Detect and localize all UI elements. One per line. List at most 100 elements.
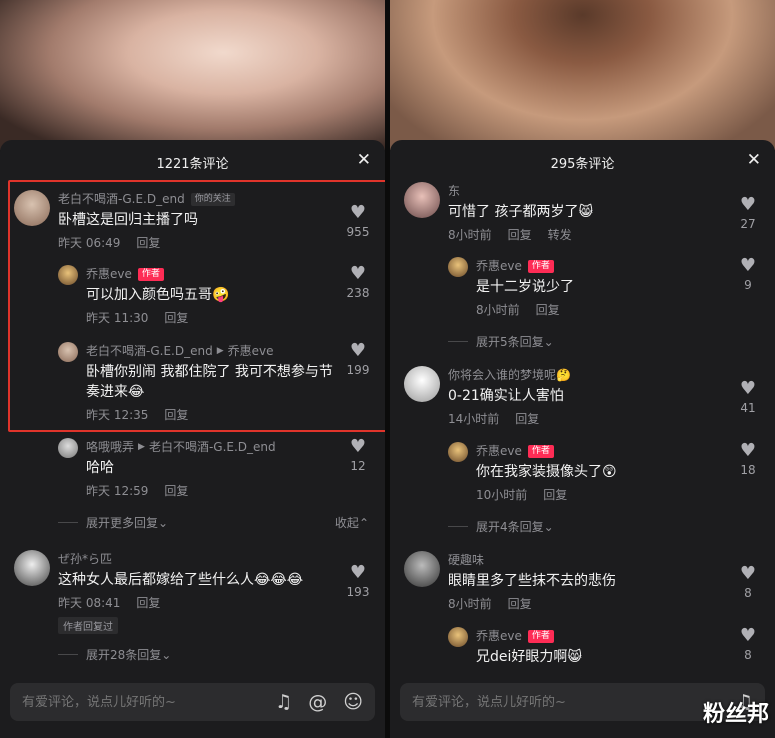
reply-to-user[interactable]: 乔惠eve — [228, 342, 274, 360]
avatar[interactable] — [14, 190, 50, 226]
reply-button[interactable]: 回复 — [508, 597, 532, 611]
like-button[interactable]: ♥ 12 — [341, 436, 375, 474]
comment-time: 14小时前 — [448, 412, 500, 426]
reply-button[interactable]: 回复 — [508, 228, 532, 242]
reply-button[interactable]: 回复 — [543, 488, 567, 502]
video-background — [390, 0, 775, 150]
expand-5-replies[interactable]: 展开5条回复 ⌄ — [448, 333, 554, 350]
heart-icon: ♥ — [739, 625, 757, 646]
heart-icon: ♥ — [739, 378, 757, 399]
like-button[interactable]: ♥ 955 — [341, 202, 375, 240]
reply-to-user[interactable]: 老白不喝酒-G.E.D_end — [149, 438, 276, 456]
like-button[interactable]: ♥ 9 — [731, 255, 765, 293]
like-button[interactable]: ♥ 8 — [731, 563, 765, 601]
avatar[interactable] — [448, 257, 468, 277]
comment-author[interactable]: 你将会入谁的梦境呢🤔 — [448, 366, 571, 384]
reply-button[interactable]: 回复 — [136, 236, 160, 250]
chevron-up-icon: ⌃ — [358, 516, 369, 530]
heart-icon: ♥ — [349, 436, 367, 457]
comment-text: 你在我家装摄像头了😲 — [476, 464, 617, 480]
avatar[interactable] — [448, 627, 468, 647]
like-button[interactable]: ♥ 193 — [341, 562, 375, 600]
comment-author[interactable]: ぜ孙*ら匹 — [58, 550, 112, 568]
reply-arrow-icon: ▶ — [216, 346, 224, 356]
reply-arrow-icon: ▶ — [138, 442, 145, 452]
comment-count-title: 1221条评论 — [156, 157, 229, 172]
reply-button[interactable]: 回复 — [164, 408, 188, 422]
comment-text: 可以加入颜色吗五哥🤪 — [86, 287, 230, 303]
comment-time: 昨天 06:49 — [58, 236, 121, 250]
heart-icon: ♥ — [349, 202, 367, 223]
reply-button[interactable]: 回复 — [515, 412, 539, 426]
comment-time: 8小时前 — [476, 303, 520, 317]
like-button[interactable]: ♥ 27 — [731, 196, 765, 232]
comment-author[interactable]: 咯哦哦弄 — [86, 438, 134, 456]
emoji-icon[interactable]: ☺ — [343, 691, 363, 713]
like-count: 955 — [346, 225, 370, 239]
like-count: 8 — [744, 586, 752, 600]
comment-text: 可惜了 孩子都两岁了😸 — [448, 204, 594, 220]
avatar[interactable] — [404, 182, 440, 218]
comment-author[interactable]: 乔惠eve — [476, 627, 522, 645]
avatar[interactable] — [58, 265, 78, 285]
comment-author[interactable]: 东 — [448, 182, 460, 200]
comment-author[interactable]: 老白不喝酒-G.E.D_end — [58, 190, 185, 208]
avatar[interactable] — [404, 551, 440, 587]
music-icon[interactable]: ♫ — [275, 691, 292, 713]
comment-author[interactable]: 硬趣味 — [448, 551, 484, 569]
author-badge: 作者 — [527, 629, 554, 643]
comment-time: 8小时前 — [448, 228, 492, 242]
avatar[interactable] — [404, 366, 440, 402]
comment-count-title: 295条评论 — [550, 157, 615, 172]
heart-icon: ♥ — [349, 562, 367, 583]
left-comment-panel: 1221条评论 ✕ 老白不喝酒-G.E.D_end 你的关注 卧槽这是回归主播了吗… — [0, 0, 385, 738]
comment-time: 8小时前 — [448, 597, 492, 611]
like-count: 193 — [346, 585, 370, 599]
comment-input[interactable] — [412, 694, 720, 710]
reply-button[interactable]: 回复 — [164, 484, 188, 498]
comment-time: 昨天 08:41 — [58, 596, 121, 610]
heart-icon: ♥ — [349, 263, 367, 284]
like-button[interactable]: ♥ 199 — [341, 340, 375, 378]
expand-28-replies[interactable]: 展开28条回复 ⌄ — [58, 646, 171, 663]
at-icon[interactable]: @ — [308, 691, 327, 713]
avatar[interactable] — [14, 550, 50, 586]
avatar[interactable] — [448, 442, 468, 462]
comment-author[interactable]: 乔惠eve — [476, 257, 522, 275]
reply-button[interactable]: 回复 — [536, 303, 560, 317]
comment-text: 这种女人最后都嫁给了些什么人😂😂😂 — [58, 572, 304, 588]
comment-text: 是十二岁说少了 — [476, 279, 574, 295]
chevron-down-icon: ⌄ — [543, 334, 554, 349]
chevron-down-icon: ⌄ — [161, 647, 172, 662]
close-icon[interactable]: ✕ — [747, 150, 761, 170]
comment-time: 昨天 12:35 — [86, 408, 149, 422]
reply-button[interactable]: 回复 — [164, 311, 188, 325]
reply-button[interactable]: 回复 — [136, 596, 160, 610]
like-count: 238 — [346, 286, 370, 300]
comment-time: 昨天 11:30 — [86, 311, 149, 325]
heart-icon: ♥ — [739, 563, 757, 584]
comment-author[interactable]: 乔惠eve — [476, 442, 522, 460]
comment-text: 卧槽你别闹 我都住院了 我可不想参与节奏进来😂 — [86, 364, 333, 400]
like-count: 27 — [740, 217, 756, 231]
heart-icon: ♥ — [739, 255, 757, 276]
heart-icon: ♥ — [349, 340, 367, 361]
comment-text: 0-21确实让人害怕 — [448, 388, 564, 404]
author-badge: 作者 — [137, 267, 164, 281]
like-button[interactable]: ♥ 8 — [731, 625, 765, 663]
like-button[interactable]: ♥ 238 — [341, 263, 375, 301]
collapse-replies[interactable]: 收起⌃ — [335, 514, 369, 531]
avatar[interactable] — [58, 342, 78, 362]
comment-author[interactable]: 老白不喝酒-G.E.D_end — [86, 342, 213, 360]
comment-input[interactable] — [22, 694, 260, 710]
comment-author[interactable]: 乔惠eve — [86, 265, 132, 283]
chevron-down-icon: ⌄ — [543, 519, 554, 534]
close-icon[interactable]: ✕ — [357, 150, 371, 170]
expand-more-replies[interactable]: 展开更多回复 ⌄ — [58, 514, 168, 531]
expand-4-replies[interactable]: 展开4条回复 ⌄ — [448, 518, 554, 535]
forward-button[interactable]: 转发 — [548, 228, 572, 242]
like-button[interactable]: ♥ 41 — [731, 378, 765, 416]
like-button[interactable]: ♥ 18 — [731, 442, 765, 478]
author-badge: 作者 — [527, 444, 554, 458]
avatar[interactable] — [58, 438, 78, 458]
